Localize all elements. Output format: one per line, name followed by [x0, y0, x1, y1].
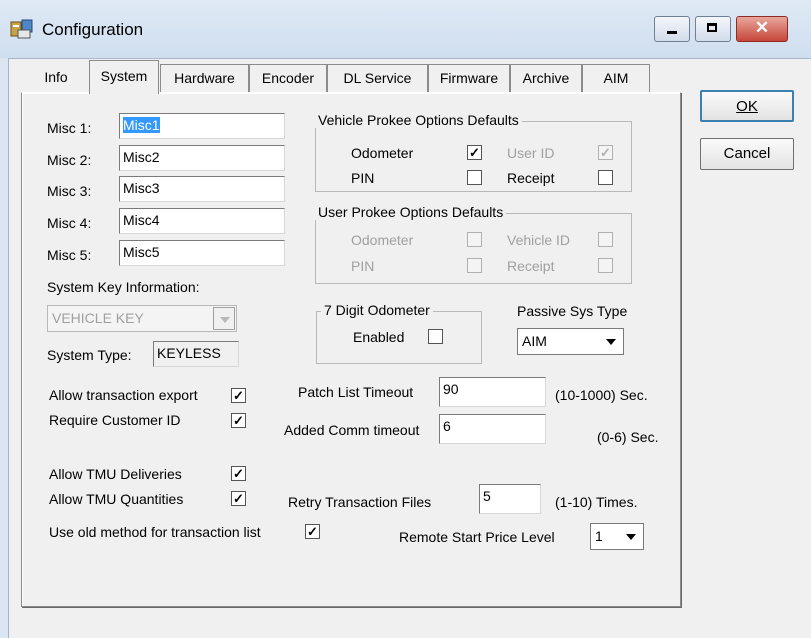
user-odometer-checkbox[interactable] — [467, 232, 482, 247]
retry-transaction-files-label: Retry Transaction Files — [288, 494, 432, 510]
tab-system[interactable]: System — [89, 60, 159, 94]
tab-dl-service[interactable]: DL Service — [327, 64, 428, 92]
misc-2-input[interactable]: Misc2 — [119, 145, 285, 171]
user-pin-checkbox[interactable] — [467, 258, 482, 273]
vehicle-odometer-label: Odometer — [351, 145, 414, 161]
remote-start-price-level-value: 1 — [595, 528, 603, 544]
passive-sys-type-select[interactable]: AIM — [517, 328, 624, 355]
user-vehicle-id-checkbox[interactable] — [598, 232, 613, 247]
vehicle-user-id-label: User ID — [507, 145, 555, 161]
user-odometer-label: Odometer — [351, 232, 414, 248]
tab-info[interactable]: Info — [22, 64, 90, 92]
user-prokee-title: User Prokee Options Defaults — [315, 204, 507, 220]
seven-digit-enabled-checkbox[interactable] — [428, 329, 443, 344]
maximize-icon — [707, 23, 717, 32]
tab-aim[interactable]: AIM — [582, 64, 650, 92]
user-vehicle-id-label: Vehicle ID — [507, 232, 571, 248]
ok-label: OK — [736, 98, 758, 115]
chevron-down-icon — [213, 307, 235, 330]
passive-sys-type-value: AIM — [522, 333, 547, 349]
misc-1-input[interactable]: Misc1 — [119, 113, 285, 139]
vehicle-pin-label: PIN — [351, 170, 375, 186]
require-customer-id-label: Require Customer ID — [49, 412, 181, 428]
misc-5-label: Misc 5: — [47, 247, 92, 263]
tab-encoder[interactable]: Encoder — [249, 64, 327, 92]
vehicle-receipt-label: Receipt — [507, 170, 555, 186]
remote-start-price-level-select[interactable]: 1 — [590, 523, 644, 550]
app-icon — [10, 19, 33, 39]
misc-2-label: Misc 2: — [47, 152, 92, 168]
seven-digit-enabled-label: Enabled — [353, 329, 405, 345]
allow-transaction-export-label: Allow transaction export — [49, 387, 198, 403]
vehicle-user-id-checkbox[interactable]: ✓ — [598, 145, 613, 160]
vehicle-receipt-checkbox[interactable] — [598, 170, 613, 185]
tab-archive[interactable]: Archive — [510, 64, 582, 92]
close-icon: ✕ — [754, 18, 770, 37]
added-comm-timeout-input[interactable]: 6 — [439, 414, 546, 444]
seven-digit-title: 7 Digit Odometer — [321, 302, 433, 318]
minimize-icon — [667, 31, 677, 34]
cancel-label: Cancel — [723, 145, 771, 162]
cancel-button[interactable]: Cancel — [700, 138, 794, 170]
tab-firmware[interactable]: Firmware — [428, 64, 510, 92]
chevron-down-icon — [600, 330, 622, 353]
title-bar[interactable]: Configuration ✕ — [0, 0, 811, 59]
ok-button[interactable]: OK — [700, 90, 794, 122]
retry-transaction-files-input[interactable]: 5 — [479, 484, 541, 514]
misc-1-value: Misc1 — [123, 117, 160, 133]
misc-4-label: Misc 4: — [47, 215, 92, 231]
added-comm-timeout-label: Added Comm timeout — [284, 422, 420, 438]
system-key-value: VEHICLE KEY — [52, 310, 144, 326]
system-type-value: KEYLESS — [153, 341, 239, 367]
vehicle-odometer-checkbox[interactable]: ✓ — [467, 145, 482, 160]
minimize-button[interactable] — [654, 16, 690, 42]
window-title: Configuration — [42, 20, 144, 39]
allow-tmu-deliveries-label: Allow TMU Deliveries — [49, 466, 182, 482]
allow-tmu-deliveries-checkbox[interactable]: ✓ — [231, 466, 246, 481]
misc-4-input[interactable]: Misc4 — [119, 208, 285, 234]
configuration-window: Configuration ✕ Info System Hardware Enc… — [0, 0, 811, 638]
use-old-method-label: Use old method for transaction list — [49, 524, 261, 540]
window-frame-left — [0, 58, 9, 638]
added-comm-range: (0-6) Sec. — [597, 429, 659, 445]
patch-list-range: (10-1000) Sec. — [555, 387, 648, 403]
require-customer-id-checkbox[interactable]: ✓ — [231, 413, 246, 428]
tab-hardware[interactable]: Hardware — [160, 64, 249, 92]
user-pin-label: PIN — [351, 258, 375, 274]
allow-transaction-export-checkbox[interactable]: ✓ — [231, 388, 246, 403]
misc-5-input[interactable]: Misc5 — [119, 240, 285, 266]
allow-tmu-quantities-label: Allow TMU Quantities — [49, 491, 184, 507]
misc-1-label: Misc 1: — [47, 120, 92, 136]
maximize-button[interactable] — [695, 16, 731, 42]
user-receipt-checkbox[interactable] — [598, 258, 613, 273]
chevron-down-icon — [620, 525, 642, 548]
allow-tmu-quantities-checkbox[interactable]: ✓ — [231, 491, 246, 506]
passive-sys-type-label: Passive Sys Type — [517, 303, 628, 319]
retry-range: (1-10) Times. — [555, 494, 638, 510]
vehicle-pin-checkbox[interactable] — [467, 170, 482, 185]
system-key-label: System Key Information: — [47, 279, 200, 295]
remote-start-price-level-label: Remote Start Price Level — [399, 529, 555, 545]
misc-3-input[interactable]: Misc3 — [119, 176, 285, 202]
patch-list-timeout-label: Patch List Timeout — [298, 384, 414, 400]
user-receipt-label: Receipt — [507, 258, 555, 274]
system-key-select[interactable]: VEHICLE KEY — [47, 305, 237, 332]
system-type-label: System Type: — [47, 347, 132, 363]
vehicle-prokee-title: Vehicle Prokee Options Defaults — [315, 112, 522, 128]
close-button[interactable]: ✕ — [736, 16, 788, 42]
use-old-method-checkbox[interactable]: ✓ — [305, 524, 320, 539]
patch-list-timeout-input[interactable]: 90 — [439, 377, 546, 407]
misc-3-label: Misc 3: — [47, 183, 92, 199]
